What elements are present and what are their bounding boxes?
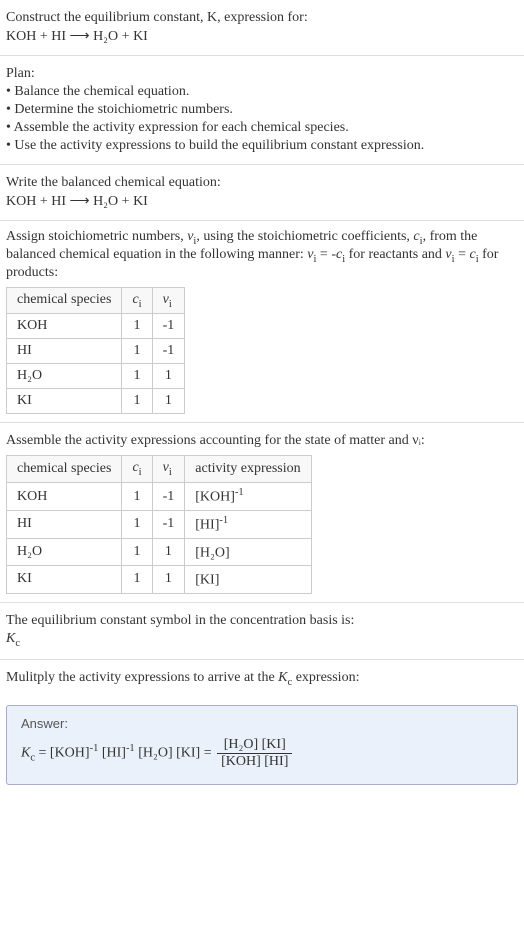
plan-item-1: • Balance the chemical equation.: [6, 84, 518, 100]
cell-ci: 1: [122, 483, 152, 511]
table-row: H₂O 1 1: [7, 364, 185, 389]
plan-item-2: • Determine the stoichiometric numbers.: [6, 102, 518, 118]
exp1: -1: [90, 743, 99, 754]
stoich-intro-p2: , using the stoichiometric coefficients,: [196, 229, 413, 244]
kc-expression: Kc = [KOH]-1 [HI]-1 [H₂O] [KI] = [H₂O] […: [21, 737, 503, 770]
stoich-intro: Assign stoichiometric numbers, νi, using…: [6, 229, 518, 281]
final-intro: Mulitply the activity expressions to arr…: [6, 670, 518, 688]
table-row: H₂O 1 1 [H₂O]: [7, 538, 312, 566]
stoich-rel-products: νi = ci: [445, 247, 478, 262]
cell-activity: [H₂O]: [185, 538, 311, 566]
cell-ci: 1: [122, 510, 152, 538]
cell-activity: [KI]: [185, 566, 311, 594]
symbol-section: The equilibrium constant symbol in the c…: [0, 603, 524, 660]
symbol-line2: Kc: [6, 631, 518, 649]
cell-species: H₂O: [7, 364, 122, 389]
cell-species: KOH: [7, 314, 122, 339]
table-row: KI 1 1 [KI]: [7, 566, 312, 594]
th-species: chemical species: [7, 287, 122, 314]
fraction-denominator: [KOH] [HI]: [217, 754, 292, 770]
activity-table: chemical species ci νi activity expressi…: [6, 455, 312, 593]
table-row: KOH 1 -1: [7, 314, 185, 339]
cell-vi: 1: [152, 364, 185, 389]
answer-box: Answer: Kc = [KOH]-1 [HI]-1 [H₂O] [KI] =…: [6, 705, 518, 785]
plan-item-4: • Use the activity expressions to build …: [6, 138, 518, 154]
th-vi: νi: [152, 456, 185, 483]
intro-section: Construct the equilibrium constant, K, e…: [0, 0, 524, 56]
cell-vi: -1: [152, 483, 185, 511]
final-section: Mulitply the activity expressions to arr…: [0, 660, 524, 698]
act-base: [HI]: [195, 518, 219, 533]
stoich-rel-reactants: νi = -ci: [307, 247, 345, 262]
table-header-row: chemical species ci νi activity expressi…: [7, 456, 312, 483]
cell-vi: 1: [152, 538, 185, 566]
th-vi: νi: [152, 287, 185, 314]
act-exp: -1: [219, 515, 228, 526]
plan-item-3: • Assemble the activity expression for e…: [6, 120, 518, 136]
cell-ci: 1: [122, 566, 152, 594]
stoich-intro-p1: Assign stoichiometric numbers,: [6, 229, 187, 244]
table-row: HI 1 -1 [HI]-1: [7, 510, 312, 538]
cell-ci: 1: [122, 389, 152, 414]
activity-intro: Assemble the activity expressions accoun…: [6, 433, 518, 449]
table-header-row: chemical species ci νi: [7, 287, 185, 314]
cell-species: H₂O: [7, 538, 122, 566]
table-row: KI 1 1: [7, 389, 185, 414]
cell-vi: -1: [152, 339, 185, 364]
cell-ci: 1: [122, 314, 152, 339]
cell-species: KI: [7, 389, 122, 414]
stoich-section: Assign stoichiometric numbers, νi, using…: [0, 221, 524, 423]
cell-vi: 1: [152, 566, 185, 594]
cell-species: HI: [7, 339, 122, 364]
cell-ci: 1: [122, 538, 152, 566]
cell-activity: [KOH]-1: [185, 483, 311, 511]
plan-section: Plan: • Balance the chemical equation. •…: [0, 56, 524, 165]
final-intro-text: Mulitply the activity expressions to arr…: [6, 670, 359, 685]
stoich-intro-p4: for reactants and: [345, 247, 445, 262]
cell-vi: -1: [152, 510, 185, 538]
act-exp: -1: [235, 487, 244, 498]
th-ci: ci: [122, 287, 152, 314]
fraction-numerator: [H₂O] [KI]: [217, 737, 292, 754]
th-activity: activity expression: [185, 456, 311, 483]
act-base: [KOH]: [195, 490, 235, 505]
th-species: chemical species: [7, 456, 122, 483]
exp2: -1: [126, 743, 135, 754]
intro-line1: Construct the equilibrium constant, K, e…: [6, 10, 518, 26]
cell-vi: 1: [152, 389, 185, 414]
cell-species: KI: [7, 566, 122, 594]
cell-ci: 1: [122, 339, 152, 364]
answer-label: Answer:: [21, 716, 503, 731]
cell-ci: 1: [122, 364, 152, 389]
cell-species: HI: [7, 510, 122, 538]
activity-section: Assemble the activity expressions accoun…: [0, 423, 524, 602]
table-row: HI 1 -1: [7, 339, 185, 364]
th-ci: ci: [122, 456, 152, 483]
plan-heading: Plan:: [6, 66, 518, 82]
cell-vi: -1: [152, 314, 185, 339]
table-row: KOH 1 -1 [KOH]-1: [7, 483, 312, 511]
symbol-line1: The equilibrium constant symbol in the c…: [6, 613, 518, 629]
balanced-equation: KOH + HI ⟶ H₂O + KI: [6, 193, 518, 210]
act-base: [H₂O]: [195, 545, 229, 560]
balanced-heading: Write the balanced chemical equation:: [6, 175, 518, 191]
balanced-section: Write the balanced chemical equation: KO…: [0, 165, 524, 221]
fraction: [H₂O] [KI] [KOH] [HI]: [217, 737, 292, 770]
cell-species: KOH: [7, 483, 122, 511]
cell-activity: [HI]-1: [185, 510, 311, 538]
stoich-nu-symbol: νi: [187, 229, 196, 244]
intro-equation: KOH + HI ⟶ H₂O + KI: [6, 28, 518, 45]
act-base: [KI]: [195, 573, 219, 588]
stoich-table: chemical species ci νi KOH 1 -1 HI 1 -1 …: [6, 287, 185, 415]
stoich-c-symbol: ci: [413, 229, 422, 244]
